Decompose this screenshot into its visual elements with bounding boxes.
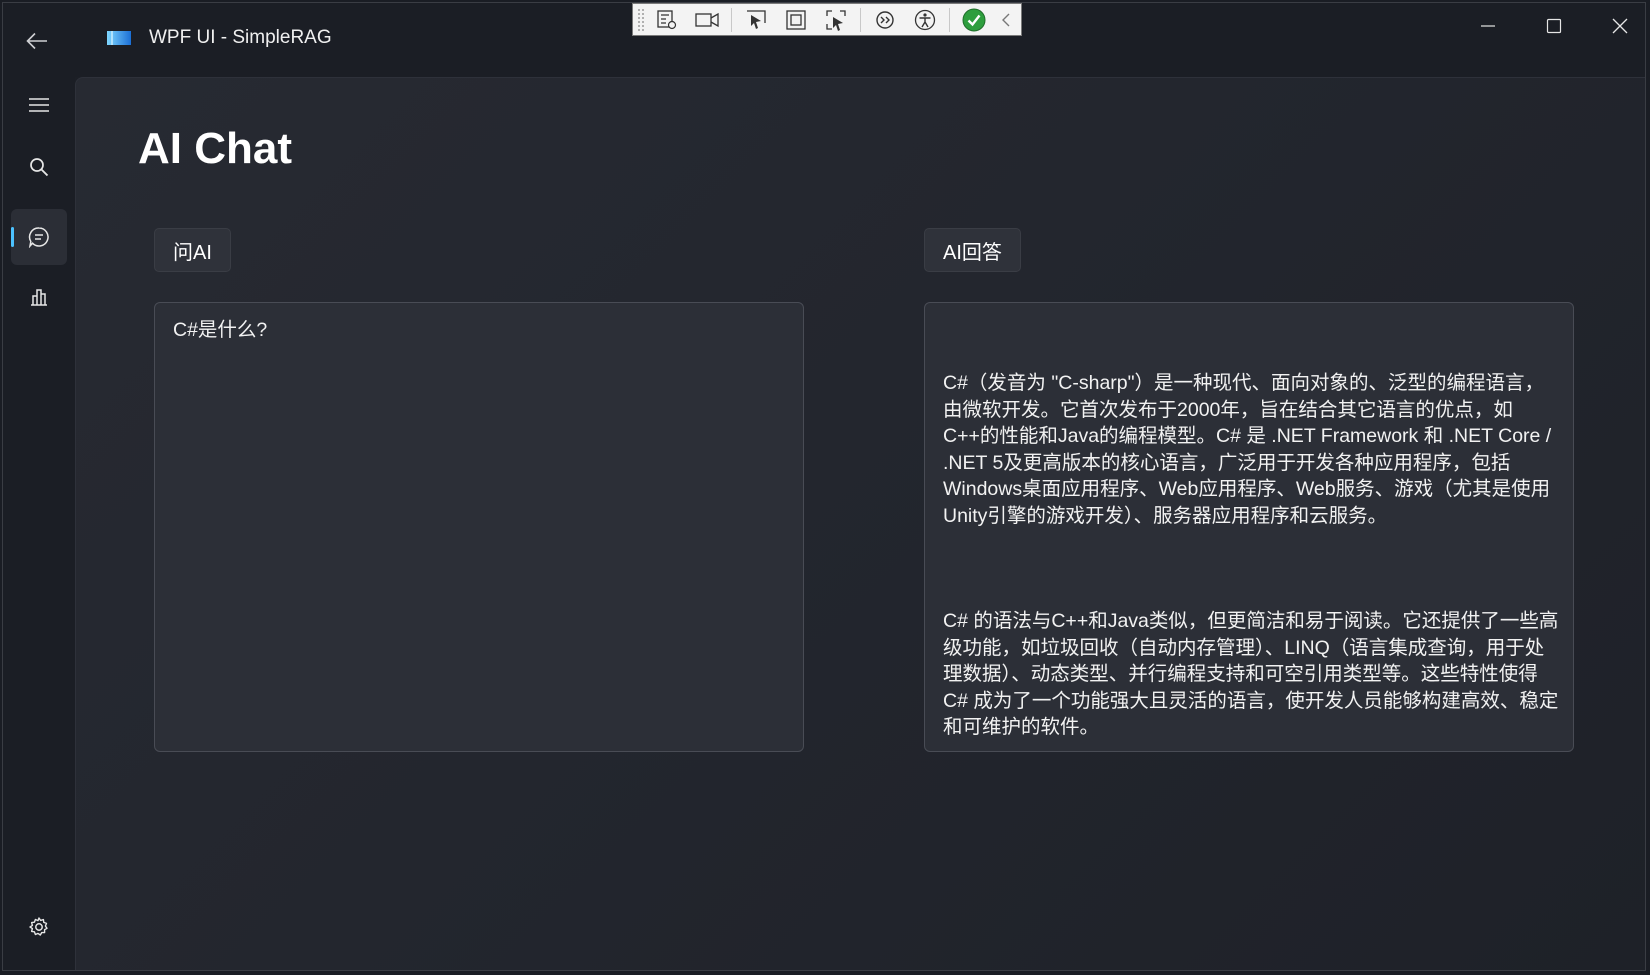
toolbar-grip[interactable]	[637, 8, 645, 32]
main-content: AI Chat 问AI AI回答 C#是什么? C#（发音为 "C-sharp"…	[75, 77, 1645, 970]
accessibility-icon	[914, 9, 936, 30]
window-title: WPF UI - SimpleRAG	[149, 27, 332, 48]
chat-icon	[28, 227, 49, 248]
collapse-toolbar-button[interactable]	[998, 7, 1014, 33]
record-button[interactable]	[691, 7, 723, 33]
nav-item-settings[interactable]	[11, 899, 67, 955]
close-button[interactable]	[1587, 3, 1645, 49]
chevron-left-icon	[1002, 13, 1010, 26]
track-focus-icon	[826, 9, 846, 31]
answer-paragraph: C# 的语法与C++和Java类似，但更简洁和易于阅读。它还提供了一些高级功能，…	[943, 610, 1559, 738]
nav-item-chat[interactable]	[11, 209, 67, 265]
answer-paragraph: C#（发音为 "C-sharp"）是一种现代、面向对象的、泛型的编程语言，由微软…	[943, 372, 1557, 527]
gear-icon	[29, 917, 48, 936]
display-layout-adorners-button[interactable]	[780, 7, 812, 33]
menu-toggle-button[interactable]	[11, 77, 67, 133]
bar-chart-icon	[31, 289, 47, 306]
nav-item-search[interactable]	[11, 139, 67, 195]
back-button[interactable]	[19, 23, 55, 59]
select-element-icon	[747, 9, 766, 29]
minimize-button[interactable]	[1455, 3, 1521, 49]
app-logo-icon	[107, 31, 131, 45]
minimize-icon	[1481, 25, 1495, 27]
page-title: AI Chat	[138, 124, 292, 173]
question-input[interactable]: C#是什么?	[154, 302, 804, 752]
answer-output[interactable]: C#（发音为 "C-sharp"）是一种现代、面向对象的、泛型的编程语言，由微软…	[924, 302, 1574, 752]
xaml-debug-toolbar	[632, 3, 1022, 36]
status-ok-button[interactable]	[958, 7, 990, 33]
video-camera-icon	[695, 12, 719, 27]
search-icon	[30, 158, 49, 177]
hot-reload-button[interactable]	[869, 7, 901, 33]
select-element-button[interactable]	[740, 7, 772, 33]
hamburger-icon	[29, 98, 49, 112]
toolbar-separator	[731, 7, 732, 32]
maximize-button[interactable]	[1521, 3, 1587, 49]
hot-reload-icon	[876, 10, 894, 29]
ai-answer-button[interactable]: AI回答	[924, 228, 1021, 272]
toolbar-separator	[949, 7, 950, 32]
close-icon	[1612, 18, 1628, 34]
check-circle-icon	[962, 8, 986, 31]
ask-ai-button[interactable]: 问AI	[154, 228, 231, 272]
live-visual-tree-button[interactable]	[651, 7, 683, 33]
visual-tree-icon	[657, 9, 677, 29]
arrow-left-icon	[26, 32, 47, 50]
accessibility-checker-button[interactable]	[909, 7, 941, 33]
toolbar-separator	[860, 7, 861, 32]
navigation-rail	[3, 77, 75, 970]
app-window: WPF UI - SimpleRAG AI Chat 问AI AI回答 C#是什…	[2, 2, 1646, 971]
track-focused-element-button[interactable]	[820, 7, 852, 33]
layout-adorner-icon	[786, 9, 806, 30]
nav-item-statistics[interactable]	[11, 269, 67, 325]
maximize-icon	[1546, 18, 1562, 34]
